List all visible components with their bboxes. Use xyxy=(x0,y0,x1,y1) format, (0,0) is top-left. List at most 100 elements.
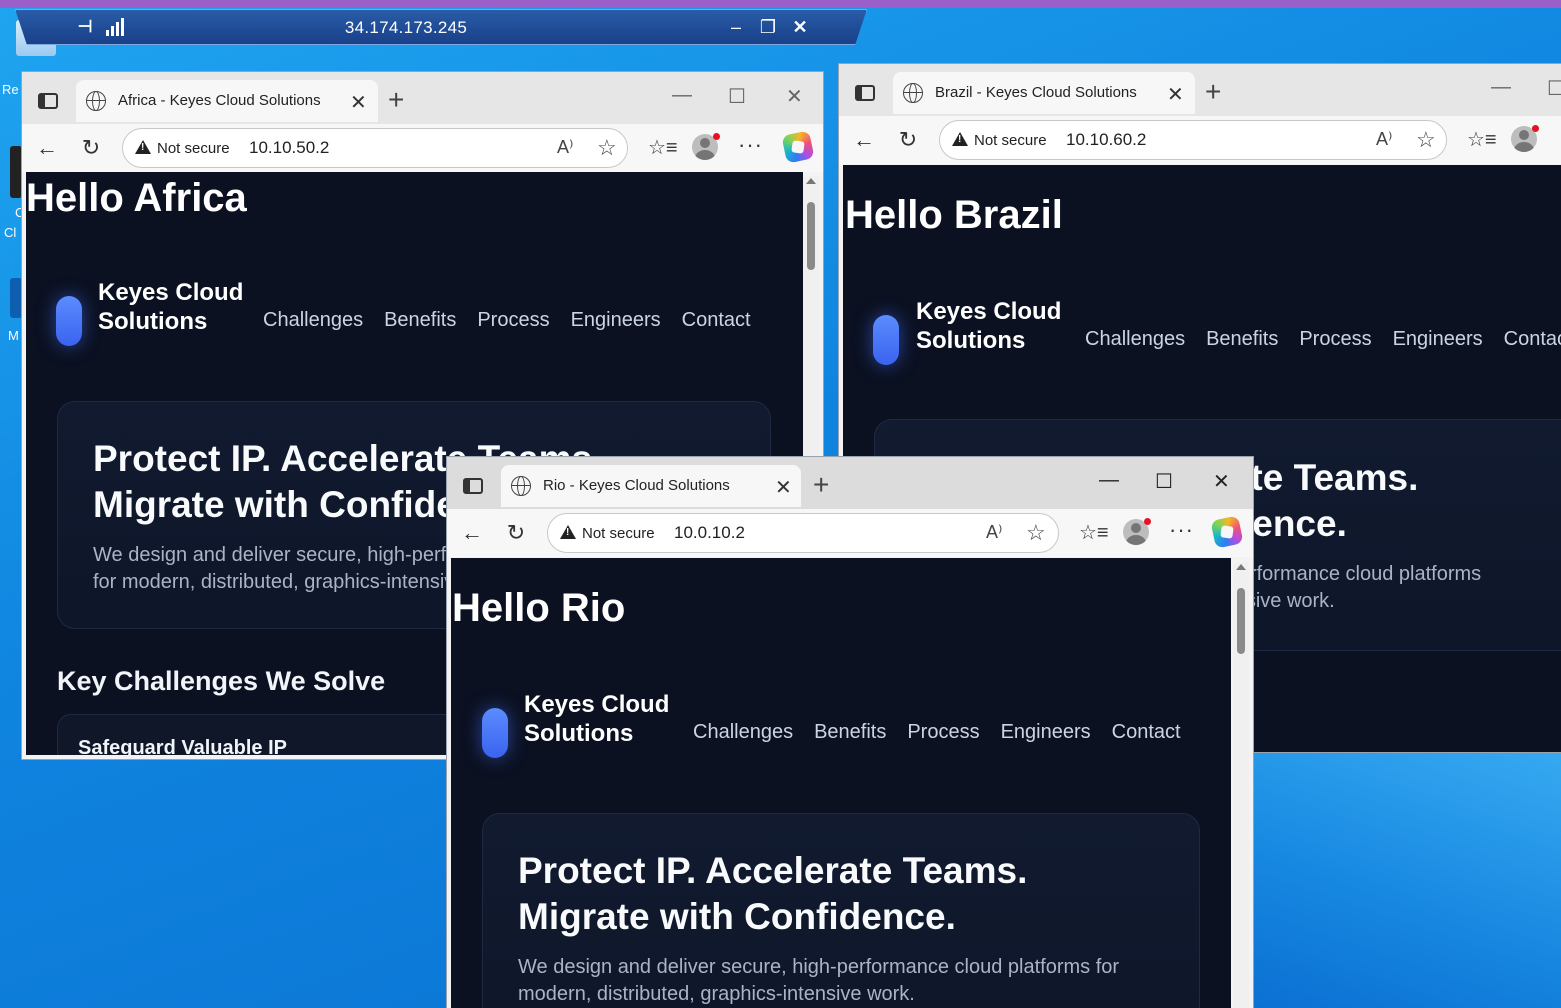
scrollbar[interactable] xyxy=(1233,562,1249,1008)
nav-engineers[interactable]: Engineers xyxy=(1393,328,1483,351)
nav-engineers[interactable]: Engineers xyxy=(571,309,661,332)
globe-icon xyxy=(86,91,106,111)
main-nav: Challenges Benefits Process Engineers Co… xyxy=(1085,328,1561,351)
hello-heading: Hello Africa xyxy=(26,176,247,220)
logo-icon[interactable] xyxy=(482,708,508,758)
read-aloud-icon[interactable]: A⁾ xyxy=(1376,129,1392,150)
tab-close-icon[interactable]: ✕ xyxy=(350,90,367,115)
rdp-close-button[interactable]: ✕ xyxy=(788,15,812,39)
warning-icon xyxy=(952,132,968,146)
maximize-button[interactable]: ☐ xyxy=(1155,469,1173,494)
refresh-button[interactable]: ↻ xyxy=(503,519,529,547)
scroll-up-icon[interactable] xyxy=(1236,564,1246,570)
rdp-connection-bar: ⊣ 34.174.173.245 ‒ ❐ ✕ xyxy=(15,9,867,45)
tab-close-icon[interactable]: ✕ xyxy=(1167,82,1184,107)
logo-icon[interactable] xyxy=(873,315,899,365)
notification-dot xyxy=(1532,125,1539,132)
address-bar[interactable]: Not secure 10.10.60.2 A⁾ ☆ xyxy=(939,120,1447,160)
nav-challenges[interactable]: Challenges xyxy=(263,309,363,332)
tab-actions-icon[interactable] xyxy=(463,478,483,494)
nav-contact[interactable]: Contact xyxy=(1504,328,1561,351)
security-label[interactable]: Not secure xyxy=(157,140,230,157)
brand-name[interactable]: Keyes Cloud Solutions xyxy=(916,297,1076,355)
nav-process[interactable]: Process xyxy=(477,309,549,332)
nav-engineers[interactable]: Engineers xyxy=(1001,721,1091,744)
tab-strip: Africa - Keyes Cloud Solutions ✕ + — ☐ ✕ xyxy=(22,72,823,124)
brand-name[interactable]: Keyes Cloud Solutions xyxy=(524,690,684,748)
toolbar: ← ↻ Not secure 10.10.60.2 A⁾ ☆ ☆≡ xyxy=(839,116,1561,164)
address-bar[interactable]: Not secure 10.0.10.2 A⁾ ☆ xyxy=(547,513,1059,553)
url-text[interactable]: 10.10.50.2 xyxy=(249,138,329,158)
tab-title: Rio - Keyes Cloud Solutions xyxy=(543,477,730,494)
tab-actions-icon[interactable] xyxy=(38,93,58,109)
security-label[interactable]: Not secure xyxy=(582,525,655,542)
favorites-icon[interactable]: ☆≡ xyxy=(648,135,678,160)
hero-title-line-2: Migrate with Confidence. xyxy=(518,896,956,937)
nav-process[interactable]: Process xyxy=(907,721,979,744)
browser-window-rio: Rio - Keyes Cloud Solutions ✕ + — ☐ ✕ ← … xyxy=(446,456,1254,1008)
back-button[interactable]: ← xyxy=(34,134,60,162)
new-tab-button[interactable]: + xyxy=(388,84,404,116)
desktop-label-cl: Cl xyxy=(4,225,17,240)
minimize-button[interactable]: — xyxy=(1099,469,1119,492)
globe-icon xyxy=(511,476,531,496)
favorite-star-icon[interactable]: ☆ xyxy=(1416,127,1436,153)
scroll-up-icon[interactable] xyxy=(806,178,816,184)
tab-title: Africa - Keyes Cloud Solutions xyxy=(118,92,321,109)
back-button[interactable]: ← xyxy=(851,126,877,154)
rdp-restore-button[interactable]: ❐ xyxy=(756,15,780,39)
url-text[interactable]: 10.0.10.2 xyxy=(674,523,745,543)
desktop-label-recycle: Re xyxy=(2,82,19,97)
nav-benefits[interactable]: Benefits xyxy=(814,721,886,744)
favorites-icon[interactable]: ☆≡ xyxy=(1079,520,1109,545)
refresh-button[interactable]: ↻ xyxy=(78,134,104,162)
tab-actions-icon[interactable] xyxy=(855,85,875,101)
favorites-icon[interactable]: ☆≡ xyxy=(1467,127,1497,152)
minimize-button[interactable]: — xyxy=(1491,76,1511,99)
minimize-button[interactable]: — xyxy=(672,84,692,107)
tab-rio[interactable]: Rio - Keyes Cloud Solutions ✕ xyxy=(501,465,801,507)
address-bar[interactable]: Not secure 10.10.50.2 A⁾ ☆ xyxy=(122,128,628,168)
favorite-star-icon[interactable]: ☆ xyxy=(1026,520,1046,546)
security-label[interactable]: Not secure xyxy=(974,132,1047,149)
copilot-icon[interactable] xyxy=(781,130,815,164)
close-button[interactable]: ✕ xyxy=(786,84,803,109)
hero-text-line-2: modern, distributed, graphics-intensive … xyxy=(518,983,915,1005)
more-menu-icon[interactable]: ··· xyxy=(1169,517,1194,543)
hero-text-line-1: We design and deliver secure, high-perfo… xyxy=(518,956,1120,978)
read-aloud-icon[interactable]: A⁾ xyxy=(986,522,1002,543)
nav-contact[interactable]: Contact xyxy=(1112,721,1181,744)
more-menu-icon[interactable]: ··· xyxy=(738,132,763,158)
nav-contact[interactable]: Contact xyxy=(682,309,751,332)
main-nav: Challenges Benefits Process Engineers Co… xyxy=(693,721,1181,744)
nav-challenges[interactable]: Challenges xyxy=(1085,328,1185,351)
maximize-button[interactable]: ☐ xyxy=(728,84,746,109)
maximize-button[interactable]: ☐ xyxy=(1547,76,1561,101)
close-button[interactable]: ✕ xyxy=(1213,469,1230,494)
scrollbar-thumb[interactable] xyxy=(1237,588,1245,654)
new-tab-button[interactable]: + xyxy=(1205,76,1221,108)
scrollbar-thumb[interactable] xyxy=(807,202,815,270)
warning-icon xyxy=(560,525,576,539)
read-aloud-icon[interactable]: A⁾ xyxy=(557,137,573,158)
favorite-star-icon[interactable]: ☆ xyxy=(597,135,617,161)
toolbar: ← ↻ Not secure 10.0.10.2 A⁾ ☆ ☆≡ ··· xyxy=(447,509,1253,557)
nav-benefits[interactable]: Benefits xyxy=(384,309,456,332)
copilot-icon[interactable] xyxy=(1210,515,1244,549)
new-tab-button[interactable]: + xyxy=(813,469,829,501)
notification-dot xyxy=(713,133,720,140)
tab-close-icon[interactable]: ✕ xyxy=(775,475,792,500)
logo-icon[interactable] xyxy=(56,296,82,346)
url-text[interactable]: 10.10.60.2 xyxy=(1066,130,1146,150)
nav-process[interactable]: Process xyxy=(1299,328,1371,351)
hello-heading: Hello Rio xyxy=(452,586,626,630)
brand-name[interactable]: Keyes Cloud Solutions xyxy=(98,278,258,336)
rdp-minimize-button[interactable]: ‒ xyxy=(724,15,748,39)
globe-icon xyxy=(903,83,923,103)
tab-brazil[interactable]: Brazil - Keyes Cloud Solutions ✕ xyxy=(893,72,1195,114)
nav-benefits[interactable]: Benefits xyxy=(1206,328,1278,351)
nav-challenges[interactable]: Challenges xyxy=(693,721,793,744)
refresh-button[interactable]: ↻ xyxy=(895,126,921,154)
back-button[interactable]: ← xyxy=(459,519,485,547)
tab-africa[interactable]: Africa - Keyes Cloud Solutions ✕ xyxy=(76,80,378,122)
